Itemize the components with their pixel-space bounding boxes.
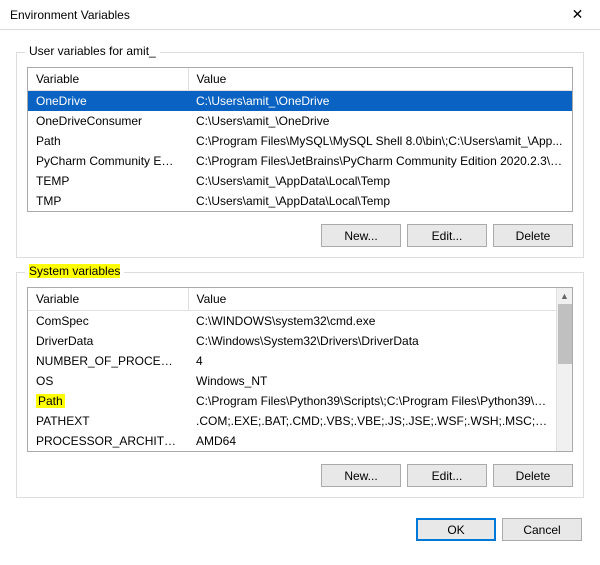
cell-variable: NUMBER_OF_PROCESSORS (28, 351, 188, 371)
cell-variable: PATHEXT (28, 411, 188, 431)
cell-value: AMD64 (188, 431, 556, 451)
cell-variable: Path (28, 131, 188, 151)
user-variables-group: User variables for amit_ Variable Value … (16, 52, 584, 258)
scroll-up-icon[interactable]: ▲ (560, 288, 569, 304)
table-row[interactable]: Path C:\Program Files\Python39\Scripts\;… (28, 391, 556, 411)
cell-value: C:\Program Files\JetBrains\PyCharm Commu… (188, 151, 572, 171)
table-row[interactable]: PyCharm Community Edition C:\Program Fil… (28, 151, 572, 171)
cell-value: C:\WINDOWS\system32\cmd.exe (188, 311, 556, 332)
table-row[interactable]: TEMP C:\Users\amit_\AppData\Local\Temp (28, 171, 572, 191)
system-variables-table[interactable]: Variable Value ComSpec C:\WINDOWS\system… (27, 287, 573, 452)
user-group-label: User variables for amit_ (25, 44, 160, 58)
cell-variable: TMP (28, 191, 188, 211)
cell-value: C:\Program Files\Python39\Scripts\;C:\Pr… (188, 391, 556, 411)
table-row[interactable]: Path C:\Program Files\MySQL\MySQL Shell … (28, 131, 572, 151)
cell-variable: OS (28, 371, 188, 391)
sys-delete-button[interactable]: Delete (493, 464, 573, 487)
table-row[interactable]: TMP C:\Users\amit_\AppData\Local\Temp (28, 191, 572, 211)
user-variables-table[interactable]: Variable Value OneDrive C:\Users\amit_\O… (27, 67, 573, 212)
cancel-button[interactable]: Cancel (502, 518, 582, 541)
user-header-value[interactable]: Value (188, 68, 572, 91)
cell-value: C:\Program Files\MySQL\MySQL Shell 8.0\b… (188, 131, 572, 151)
user-header-variable[interactable]: Variable (28, 68, 188, 91)
system-variables-group: System variables Variable Value ComSpec … (16, 272, 584, 498)
system-group-label: System variables (25, 264, 124, 278)
sys-header-value[interactable]: Value (188, 288, 556, 311)
cell-value: C:\Users\amit_\AppData\Local\Temp (188, 171, 572, 191)
sys-new-button[interactable]: New... (321, 464, 401, 487)
cell-variable: PyCharm Community Edition (28, 151, 188, 171)
scrollbar[interactable]: ▲ (556, 288, 572, 451)
titlebar: Environment Variables ✕ (0, 0, 600, 30)
sys-edit-button[interactable]: Edit... (407, 464, 487, 487)
close-icon[interactable]: ✕ (555, 0, 600, 30)
cell-variable: TEMP (28, 171, 188, 191)
cell-variable: OneDriveConsumer (28, 111, 188, 131)
user-edit-button[interactable]: Edit... (407, 224, 487, 247)
table-row[interactable]: NUMBER_OF_PROCESSORS 4 (28, 351, 556, 371)
table-row[interactable]: ComSpec C:\WINDOWS\system32\cmd.exe (28, 311, 556, 332)
cell-variable: ComSpec (28, 311, 188, 332)
user-delete-button[interactable]: Delete (493, 224, 573, 247)
cell-value: C:\Users\amit_\OneDrive (188, 91, 572, 112)
table-row[interactable]: DriverData C:\Windows\System32\Drivers\D… (28, 331, 556, 351)
sys-header-variable[interactable]: Variable (28, 288, 188, 311)
user-new-button[interactable]: New... (321, 224, 401, 247)
cell-variable: PROCESSOR_ARCHITECTURE (28, 431, 188, 451)
cell-value: C:\Users\amit_\AppData\Local\Temp (188, 191, 572, 211)
cell-variable: DriverData (28, 331, 188, 351)
cell-value: Windows_NT (188, 371, 556, 391)
scroll-thumb[interactable] (558, 304, 572, 364)
dialog-buttons: OK Cancel (0, 506, 600, 553)
cell-value: .COM;.EXE;.BAT;.CMD;.VBS;.VBE;.JS;.JSE;.… (188, 411, 556, 431)
table-row[interactable]: PROCESSOR_ARCHITECTURE AMD64 (28, 431, 556, 451)
table-row[interactable]: OneDrive C:\Users\amit_\OneDrive (28, 91, 572, 112)
table-row[interactable]: OneDriveConsumer C:\Users\amit_\OneDrive (28, 111, 572, 131)
table-row[interactable]: OS Windows_NT (28, 371, 556, 391)
cell-value: C:\Users\amit_\OneDrive (188, 111, 572, 131)
dialog-content: User variables for amit_ Variable Value … (0, 30, 600, 506)
cell-value: 4 (188, 351, 556, 371)
table-row[interactable]: PATHEXT .COM;.EXE;.BAT;.CMD;.VBS;.VBE;.J… (28, 411, 556, 431)
cell-variable: Path (28, 391, 188, 411)
user-buttons: New... Edit... Delete (27, 224, 573, 247)
cell-variable: OneDrive (28, 91, 188, 112)
ok-button[interactable]: OK (416, 518, 496, 541)
cell-value: C:\Windows\System32\Drivers\DriverData (188, 331, 556, 351)
system-buttons: New... Edit... Delete (27, 464, 573, 487)
titlebar-title: Environment Variables (10, 8, 130, 22)
